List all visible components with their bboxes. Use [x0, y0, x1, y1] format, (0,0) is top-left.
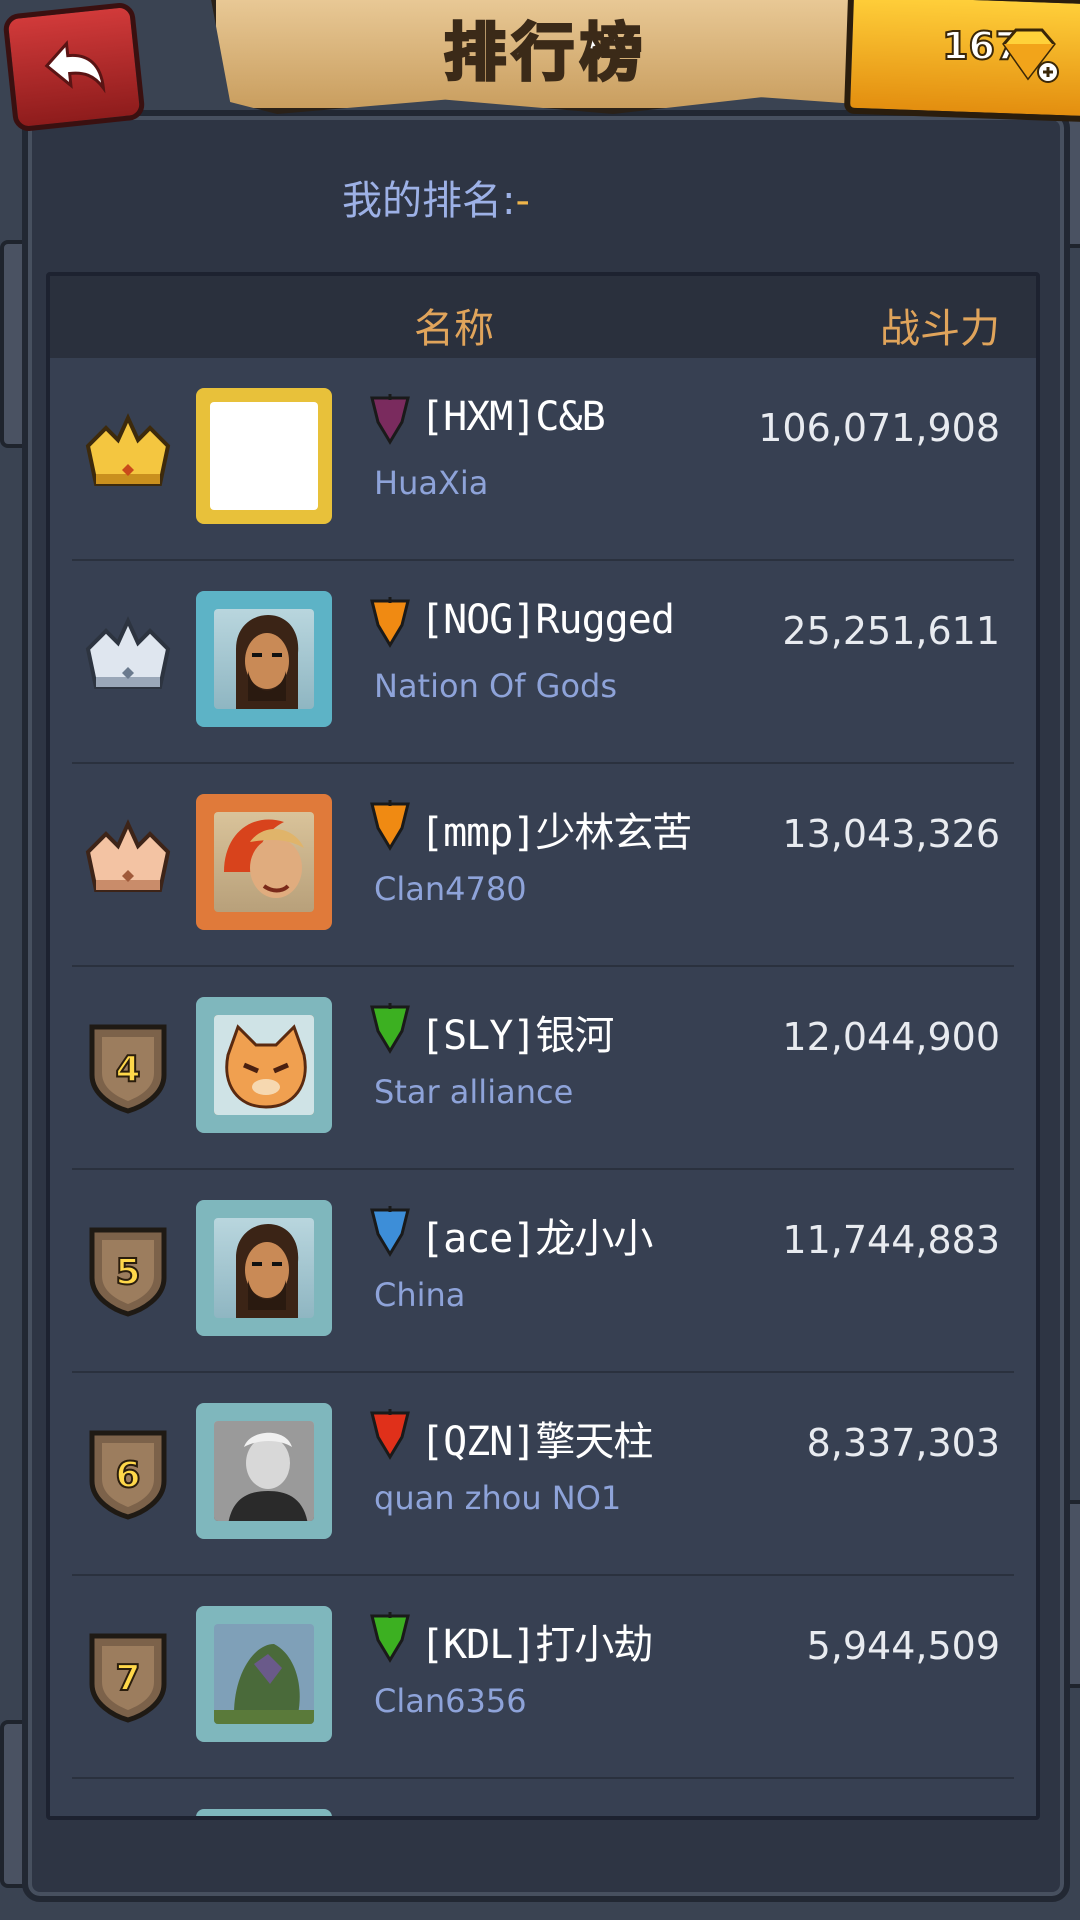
- avatar-warrior-image: [236, 615, 299, 709]
- clan-name: quan zhou NO1: [374, 1479, 622, 1517]
- clan-flag-icon: [370, 394, 410, 445]
- player-name: [ace]龙小小: [420, 1216, 653, 1262]
- leaderboard-row[interactable]: [HXM]C&B HuaXia 106,071,908: [50, 358, 1036, 561]
- clan-flag-icon: [370, 1612, 410, 1663]
- leaderboard-row[interactable]: 6 [QZN]擎天柱 quan zhou NO1 8,337,303: [50, 1373, 1036, 1576]
- combat-power: 12,044,900: [782, 1015, 1000, 1059]
- silver-crown-icon: [85, 616, 171, 689]
- page-title: 排行榜: [442, 15, 648, 91]
- leaderboard-row[interactable]: [mmp]少林玄苦 Clan4780 13,043,326: [50, 764, 1036, 967]
- avatar[interactable]: [196, 1809, 332, 1816]
- leaderboard-row[interactable]: 7 [KDL]打小劫 Clan6356 5,944,509: [50, 1576, 1036, 1779]
- clan-name: Nation Of Gods: [374, 667, 617, 705]
- column-power-header: 战斗力: [880, 306, 1000, 352]
- leaderboard-row-partial[interactable]: [50, 1779, 1036, 1816]
- avatar[interactable]: [196, 1606, 332, 1742]
- leaderboard-row[interactable]: [NOG]Rugged Nation Of Gods 25,251,611: [50, 561, 1036, 764]
- clan-flag-icon: [370, 1409, 410, 1460]
- leaderboard-row[interactable]: 4 [SLY]银河 Star alliance 12,044,900: [50, 967, 1036, 1170]
- player-name: [HXM]C&B: [420, 394, 606, 440]
- avatar[interactable]: [196, 1403, 332, 1539]
- combat-power: 106,071,908: [758, 406, 1000, 450]
- avatar[interactable]: [196, 997, 332, 1133]
- avatar-photo-image: [214, 1421, 314, 1521]
- player-name: [NOG]Rugged: [420, 597, 675, 643]
- rank-shield-icon: 6: [89, 1430, 167, 1520]
- rank-number: 7: [115, 1658, 140, 1699]
- back-button[interactable]: [2, 1, 146, 133]
- clan-name: HuaXia: [374, 464, 489, 502]
- combat-power: 11,744,883: [782, 1218, 1000, 1262]
- rank-number: 5: [115, 1252, 140, 1293]
- bronze-crown-icon: [85, 819, 171, 892]
- back-arrow-icon: [44, 40, 106, 94]
- combat-power: 13,043,326: [782, 812, 1000, 856]
- my-rank-label: 我的排名:: [342, 178, 516, 224]
- combat-power: 25,251,611: [782, 609, 1000, 653]
- column-name-header: 名称: [414, 306, 494, 352]
- avatar[interactable]: [196, 591, 332, 727]
- player-name: [KDL]打小劫: [420, 1622, 653, 1668]
- rank-shield-icon: 5: [89, 1227, 167, 1317]
- clan-name: Clan6356: [374, 1682, 527, 1720]
- leaderboard-table[interactable]: 名称 战斗力 [HXM]C&B HuaXia 106,071,908 [NOG]…: [46, 272, 1040, 1820]
- clan-name: Star alliance: [374, 1073, 574, 1111]
- gem-plus-icon[interactable]: [998, 26, 1060, 84]
- my-rank-value: -: [515, 178, 530, 224]
- rank-number: 6: [115, 1455, 140, 1496]
- clan-flag-icon: [370, 1003, 410, 1054]
- player-name: [QZN]擎天柱: [420, 1419, 653, 1465]
- combat-power: 8,337,303: [806, 1421, 1000, 1465]
- avatar-cat-image: [214, 1015, 314, 1115]
- player-name: [mmp]少林玄苦: [420, 810, 692, 856]
- clan-flag-icon: [370, 1206, 410, 1257]
- avatar-redhair-image: [224, 819, 304, 898]
- player-name: [SLY]银河: [420, 1013, 614, 1059]
- my-rank: 我的排名:-: [342, 168, 530, 226]
- avatar[interactable]: [196, 1200, 332, 1336]
- rank-number: 4: [115, 1049, 140, 1090]
- gold-crown-icon: [85, 413, 171, 486]
- rank-shield-icon: 7: [89, 1633, 167, 1723]
- clan-flag-icon: [370, 597, 410, 648]
- combat-power: 5,944,509: [806, 1624, 1000, 1668]
- clan-name: Clan4780: [374, 870, 527, 908]
- title-banner: 排行榜: [210, 0, 882, 114]
- clan-name: China: [374, 1276, 466, 1314]
- rank-shield-icon: 4: [89, 1024, 167, 1114]
- avatar[interactable]: [196, 388, 332, 524]
- clan-flag-icon: [370, 800, 410, 851]
- table-header: 名称 战斗力: [50, 276, 1036, 358]
- avatar-creature-image: [214, 1624, 314, 1724]
- avatar-warrior-image: [236, 1224, 299, 1318]
- leaderboard-row[interactable]: 5 [ace]龙小小 China 11,744,883: [50, 1170, 1036, 1373]
- avatar[interactable]: [196, 794, 332, 930]
